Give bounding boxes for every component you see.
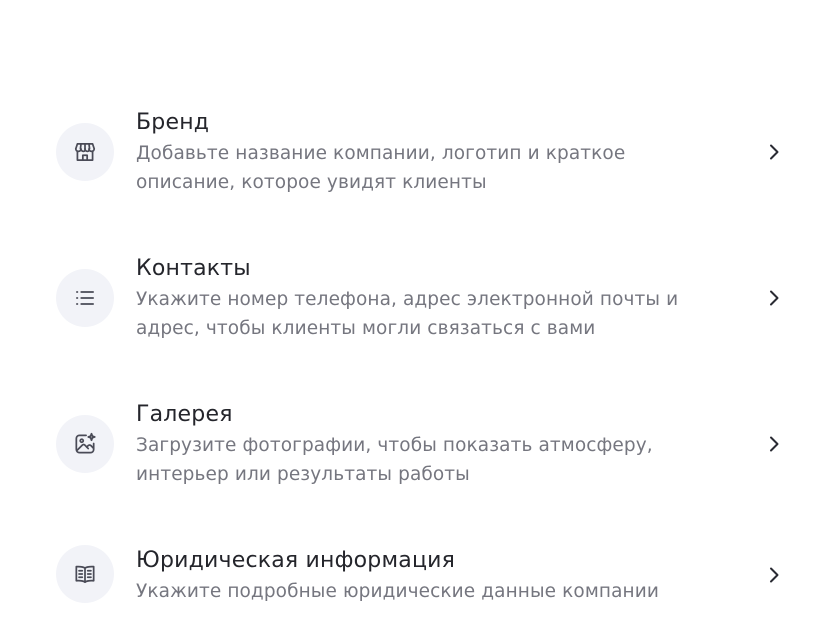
settings-item-description: Укажите номер телефона, адрес электронно…: [136, 285, 736, 343]
settings-item-description: Загрузите фотографии, чтобы показать атм…: [136, 431, 736, 489]
book-icon: [56, 545, 114, 603]
description-line: интерьер или результаты работы: [136, 464, 470, 485]
description-line: Добавьте название компании, логотип и кр…: [136, 143, 626, 164]
chevron-right-icon[interactable]: [764, 565, 784, 585]
settings-item-text: Бренд Добавьте название компании, логоти…: [136, 108, 736, 197]
settings-item-title: Юридическая информация: [136, 548, 456, 573]
settings-item-brand[interactable]: Бренд Добавьте название компании, логоти…: [0, 104, 826, 204]
chevron-right-icon[interactable]: [764, 288, 784, 308]
image-sparkle-icon: [56, 415, 114, 473]
settings-item-gallery[interactable]: Галерея Загрузите фотографии, чтобы пока…: [0, 396, 826, 496]
description-line: Укажите подробные юридические данные ком…: [136, 581, 659, 602]
settings-item-description: Добавьте название компании, логотип и кр…: [136, 139, 736, 197]
settings-item-title: Контакты: [136, 256, 251, 281]
storefront-icon: [56, 123, 114, 181]
settings-item-text: Галерея Загрузите фотографии, чтобы пока…: [136, 400, 736, 489]
settings-list: Бренд Добавьте название компании, логоти…: [0, 0, 826, 640]
settings-item-legal-info[interactable]: Юридическая информация Укажите подробные…: [0, 542, 826, 618]
description-line: Загрузите фотографии, чтобы показать атм…: [136, 435, 653, 456]
list-icon: [56, 269, 114, 327]
chevron-right-icon[interactable]: [764, 434, 784, 454]
settings-item-title: Галерея: [136, 402, 233, 427]
description-line: Укажите номер телефона, адрес электронно…: [136, 289, 679, 310]
settings-item-title: Бренд: [136, 110, 210, 135]
settings-item-description: Укажите подробные юридические данные ком…: [136, 577, 736, 606]
settings-item-text: Юридическая информация Укажите подробные…: [136, 546, 736, 606]
description-line: адрес, чтобы клиенты могли связаться с в…: [136, 318, 596, 339]
settings-item-contacts[interactable]: Контакты Укажите номер телефона, адрес э…: [0, 250, 826, 350]
settings-item-text: Контакты Укажите номер телефона, адрес э…: [136, 254, 736, 343]
description-line: описание, которое увидят клиенты: [136, 172, 487, 193]
chevron-right-icon[interactable]: [764, 142, 784, 162]
